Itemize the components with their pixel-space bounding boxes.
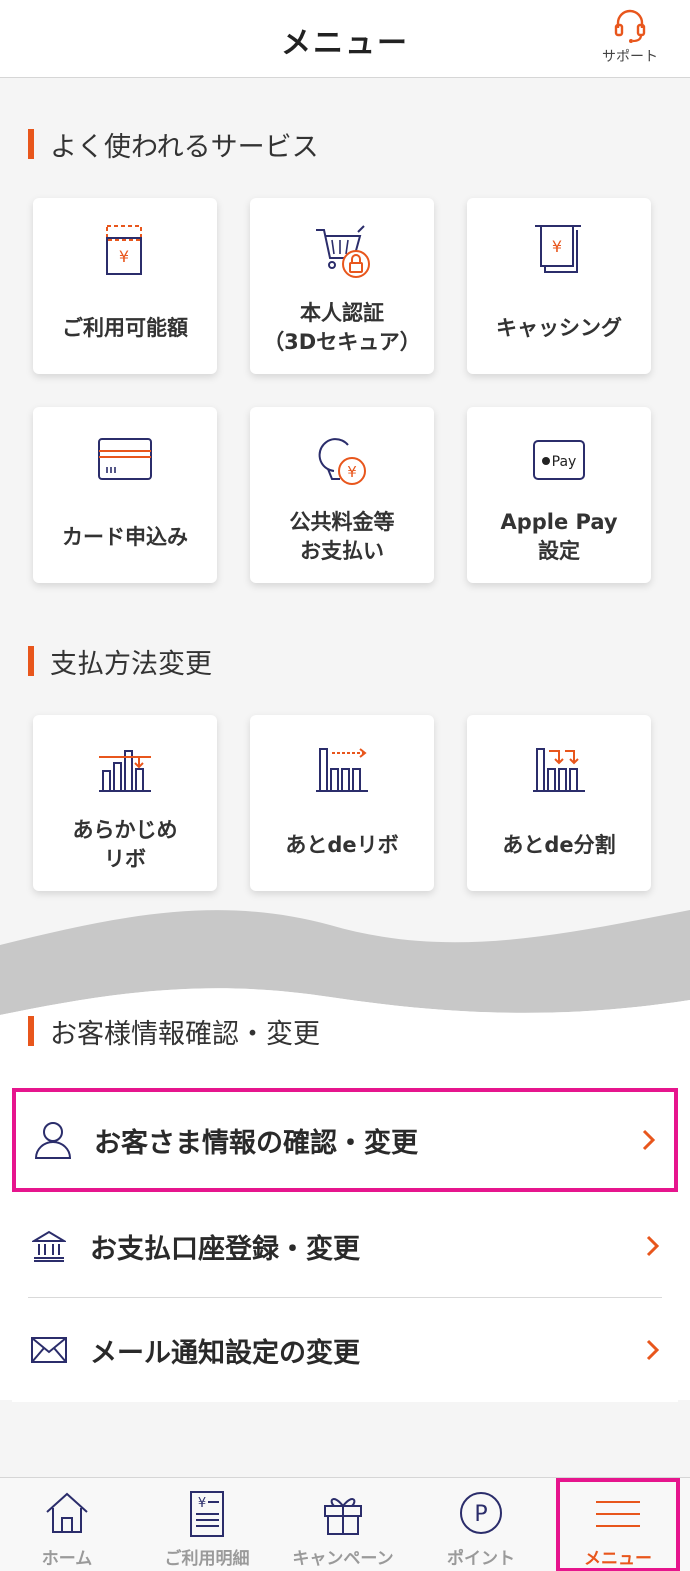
tile-label: カード申込み <box>62 524 188 549</box>
tile-3d-secure[interactable]: 本人認証 （3Dセキュア） <box>250 198 434 374</box>
mail-icon <box>31 1337 67 1363</box>
nav-label: メニュー <box>584 1549 652 1569</box>
page-title: メニュー <box>281 26 409 61</box>
section-marker <box>28 129 34 159</box>
statement-icon: ¥ <box>190 1491 224 1537</box>
nav-menu[interactable]: メニュー <box>556 1478 680 1571</box>
gift-icon <box>324 1498 362 1535</box>
svg-text:¥: ¥ <box>119 247 129 266</box>
payment-account-link[interactable]: お支払口座登録・変更 <box>12 1194 678 1298</box>
menu-icon <box>596 1501 640 1527</box>
home-icon <box>46 1492 88 1533</box>
headset-icon <box>614 9 646 43</box>
wave-divider <box>0 910 690 1020</box>
nav-label: ポイント <box>447 1549 515 1569</box>
support-button[interactable]: サポート <box>592 8 668 66</box>
tile-label: キャッシング <box>496 315 622 340</box>
svg-text:¥: ¥ <box>198 1496 206 1511</box>
tile-label: あとdeリボ <box>285 832 399 857</box>
section-customer-heading: お客様情報確認・変更 <box>28 1016 320 1050</box>
tile-cashing[interactable]: ¥ キャッシング <box>467 198 651 374</box>
nav-statement[interactable]: ¥ ご利用明細 <box>144 1478 270 1571</box>
tile-label: あらかじめ リボ <box>72 818 178 871</box>
section-payment-heading: 支払方法変更 <box>28 646 212 680</box>
section-marker <box>28 1016 34 1046</box>
tile-label: Apple Pay 設定 <box>500 510 618 563</box>
nav-label: ご利用明細 <box>164 1549 250 1569</box>
yen-card-icon: ¥ <box>106 225 142 275</box>
chevron-right-icon <box>646 1235 660 1257</box>
list-item-label: お客さま情報の確認・変更 <box>94 1127 418 1159</box>
tile-label: 公共料金等 お支払い <box>289 510 395 563</box>
bars-arrow-right-icon <box>316 748 368 792</box>
tile-label: あとde分割 <box>502 832 616 857</box>
tile-atode-bunkatsu[interactable]: あとde分割 <box>467 715 651 891</box>
point-icon: P <box>460 1492 502 1534</box>
nav-home[interactable]: ホーム <box>4 1478 130 1571</box>
section-frequent-heading: よく使われるサービス <box>28 129 319 163</box>
credit-card-icon <box>98 438 152 480</box>
tile-card-apply[interactable]: カード申込み <box>33 407 217 583</box>
svg-text:¥: ¥ <box>347 463 357 481</box>
section-title: よく使われるサービス <box>50 131 319 163</box>
bars-split-icon <box>533 748 585 792</box>
atm-yen-icon: ¥ <box>535 225 581 273</box>
nav-label: ホーム <box>41 1549 93 1569</box>
section-title: お客様情報確認・変更 <box>50 1018 320 1050</box>
nav-point[interactable]: P ポイント <box>418 1478 544 1571</box>
bars-arrow-down-icon <box>99 750 151 792</box>
chevron-right-icon <box>642 1129 656 1151</box>
svg-text:¥: ¥ <box>552 237 562 256</box>
mail-notification-link[interactable]: メール通知設定の変更 <box>12 1298 678 1402</box>
nav-label: キャンペーン <box>292 1549 394 1569</box>
list-item-label: お支払口座登録・変更 <box>90 1233 360 1265</box>
svg-text:P: P <box>474 1502 487 1527</box>
tile-label: 本人認証 （3Dセキュア） <box>263 301 421 354</box>
apple-pay-icon: Pay <box>533 440 585 480</box>
svg-text:Pay: Pay <box>552 454 577 470</box>
person-icon <box>34 1122 72 1159</box>
app-header: メニュー サポート <box>0 0 690 78</box>
customer-info-link[interactable]: お客さま情報の確認・変更 <box>12 1088 678 1192</box>
tile-label: ご利用可能額 <box>62 315 188 340</box>
tile-available-amount[interactable]: ¥ ご利用可能額 <box>33 198 217 374</box>
nav-campaign[interactable]: キャンペーン <box>280 1478 406 1571</box>
section-title: 支払方法変更 <box>50 648 212 680</box>
cart-lock-icon <box>316 225 370 278</box>
bottom-nav: ホーム ¥ ご利用明細 キャンペーン P ポイント メニュー <box>0 1477 690 1571</box>
tile-atode-ribo[interactable]: あとdeリボ <box>250 715 434 891</box>
chevron-right-icon <box>646 1339 660 1361</box>
list-item-label: メール通知設定の変更 <box>90 1337 360 1369</box>
tile-apple-pay[interactable]: Pay Apple Pay 設定 <box>467 407 651 583</box>
section-marker <box>28 646 34 676</box>
bank-icon <box>32 1230 66 1262</box>
tile-utility-payment[interactable]: ¥ 公共料金等 お支払い <box>250 407 434 583</box>
tile-arakajime-ribo[interactable]: あらかじめ リボ <box>33 715 217 891</box>
bulb-yen-icon: ¥ <box>318 438 366 485</box>
support-label: サポート <box>602 49 658 65</box>
